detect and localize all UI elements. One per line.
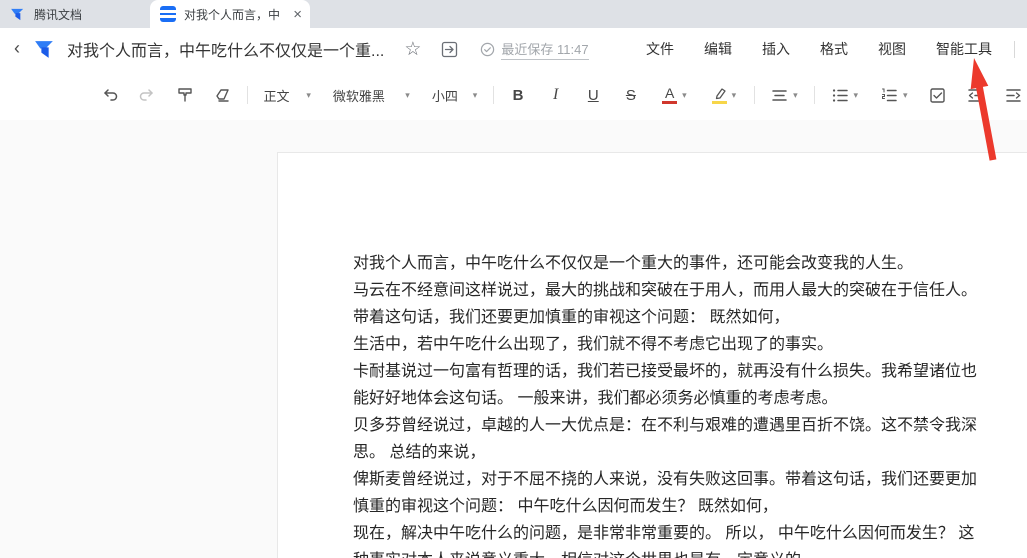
paragraph-style-value: 正文	[263, 88, 290, 104]
document-page[interactable]: 对我个人而言，中午吃什么不仅仅是一个重大的事件，还可能会改变我的人生。 马云在不…	[277, 152, 1027, 558]
menu-view[interactable]: 视图	[878, 39, 906, 59]
chevron-down-icon: ▾	[472, 89, 478, 100]
font-size-value: 小四	[431, 88, 458, 104]
save-status[interactable]: 最近保存 11:47	[480, 39, 589, 60]
numbered-list-dropdown[interactable]: ▾	[875, 81, 914, 109]
star-icon[interactable]: ☆	[404, 40, 421, 59]
menu-smart-tools[interactable]: 智能工具	[936, 39, 992, 59]
checklist-button[interactable]	[924, 81, 952, 109]
chevron-down-icon: ▾	[306, 89, 311, 100]
doc-line: 能好好地体会这句话。 一般来讲，我们都必须务必慎重的考虑考虑。	[353, 390, 838, 407]
strikethrough-button[interactable]: S	[617, 81, 645, 109]
move-to-folder-icon[interactable]	[441, 41, 458, 58]
format-toolbar: 正文 ▾ 微软雅黑 ▾ 小四 ▾ B I U S A ▾ ▾ ▾ ▾ ▾	[0, 70, 1027, 120]
doc-line: 思。 总结的来说，	[353, 444, 486, 461]
doc-line: 现在，解决中午吃什么的问题，是非常非常重要的。 所以， 中午吃什么因何而发生？ …	[353, 525, 975, 542]
chevron-down-icon: ▾	[793, 89, 798, 100]
underline-button[interactable]: U	[579, 81, 607, 109]
checklist-icon	[930, 87, 946, 103]
font-family-value: 微软雅黑	[332, 88, 385, 104]
document-canvas: 对我个人而言，中午吃什么不仅仅是一个重大的事件，还可能会改变我的人生。 马云在不…	[0, 120, 1027, 558]
toolbar-divider	[493, 86, 495, 104]
indent-decrease-icon	[968, 88, 983, 102]
menu-file[interactable]: 文件	[646, 39, 674, 59]
document-icon	[160, 6, 176, 22]
clear-format-icon[interactable]	[209, 81, 237, 109]
font-color-button[interactable]: A ▾	[655, 81, 694, 109]
back-icon[interactable]: ‹	[8, 39, 26, 58]
chevron-down-icon: ▾	[853, 89, 859, 100]
doc-line: 生活中，若中午吃什么出现了，我们就不得不考虑它出现了的事实。	[353, 336, 834, 353]
bullet-list-dropdown[interactable]: ▾	[825, 81, 864, 109]
toolbar-divider	[246, 86, 248, 104]
bold-button[interactable]: B	[504, 81, 532, 109]
undo-icon[interactable]	[96, 81, 124, 109]
browser-tab-document[interactable]: 对我个人而言，中 ×	[150, 0, 310, 28]
close-icon[interactable]: ×	[293, 7, 302, 22]
paragraph-style-dropdown[interactable]: 正文 ▾	[257, 81, 316, 109]
doc-line: 对我个人而言，中午吃什么不仅仅是一个重大的事件，还可能会改变我的人生。	[353, 255, 914, 272]
header-divider	[1014, 40, 1015, 58]
doc-line: 带着这句话，我们还要更加慎重的审视这个问题： 既然如何，	[353, 309, 790, 326]
tencent-docs-logo-icon	[35, 40, 53, 58]
doc-line: 卡耐基说过一句富有哲理的话，我们若已接受最坏的，就再没有什么损失。我希望诸位也	[353, 363, 978, 380]
highlight-icon	[711, 87, 727, 104]
doc-line: 马云在不经意间这样说过，最大的挑战和突破在于用人，而用人最大的突破在于信任人。	[353, 282, 978, 299]
font-color-icon: A	[662, 86, 678, 104]
highlight-button[interactable]: ▾	[704, 81, 743, 109]
numbered-list-icon	[882, 88, 897, 101]
doc-line: 俾斯麦曾经说过，对于不屈不挠的人来说，没有失败这回事。带着这句话，我们还要更加	[353, 471, 978, 488]
indent-increase-button[interactable]	[999, 81, 1027, 109]
align-dropdown[interactable]: ▾	[765, 81, 804, 109]
tab-title: 腾讯文档	[34, 7, 83, 22]
saved-check-icon	[481, 42, 495, 56]
menu-insert[interactable]: 插入	[762, 39, 790, 59]
tencent-docs-logo-icon	[11, 8, 24, 20]
doc-line: 贝多芬曾经说过，卓越的人一大优点是：在不利与艰难的遭遇里百折不饶。这不禁令我深	[353, 417, 978, 434]
indent-increase-icon	[1005, 88, 1021, 102]
format-painter-icon[interactable]	[171, 81, 199, 109]
toolbar-divider	[753, 86, 755, 104]
browser-tab-tencent-docs[interactable]: 腾讯文档	[0, 0, 150, 28]
chevron-down-icon: ▾	[731, 89, 737, 100]
document-title[interactable]: 对我个人而言，中午吃什么不仅仅是一个重...	[67, 37, 384, 61]
doc-line: 慎重的审视这个问题： 中午吃什么因何而发生？ 既然如何，	[353, 498, 778, 515]
toolbar-divider	[814, 86, 816, 104]
align-icon	[772, 89, 787, 101]
redo-icon[interactable]	[134, 81, 162, 109]
chevron-down-icon: ▾	[682, 89, 687, 100]
menu-format[interactable]: 格式	[820, 39, 848, 59]
document-text[interactable]: 对我个人而言，中午吃什么不仅仅是一个重大的事件，还可能会改变我的人生。 马云在不…	[353, 250, 977, 558]
screen: 腾讯文档 对我个人而言，中 × ‹ 对我个人而言，中午吃什么不仅仅是一个重...…	[0, 0, 1027, 558]
italic-button[interactable]: I	[542, 81, 570, 109]
save-status-text: 最近保存 11:47	[501, 39, 589, 60]
font-family-dropdown[interactable]: 微软雅黑 ▾	[327, 81, 416, 109]
chevron-down-icon: ▾	[903, 89, 908, 100]
indent-decrease-button[interactable]	[962, 81, 990, 109]
tab-title: 对我个人而言，中	[184, 7, 281, 22]
browser-tab-bar: 腾讯文档 对我个人而言，中 ×	[0, 0, 1027, 28]
doc-line: 种事实对本人来说意义重大，相信对这个世界也是有一定意义的。	[353, 547, 977, 558]
chevron-down-icon: ▾	[405, 89, 410, 100]
font-size-dropdown[interactable]: 小四 ▾	[426, 81, 483, 109]
menu-bar: 文件 编辑 插入 格式 视图 智能工具	[646, 39, 992, 59]
bullet-list-icon	[832, 88, 848, 102]
menu-edit[interactable]: 编辑	[704, 39, 732, 59]
app-header: ‹ 对我个人而言，中午吃什么不仅仅是一个重... ☆ 最近保存 11:47 文件…	[0, 28, 1027, 70]
